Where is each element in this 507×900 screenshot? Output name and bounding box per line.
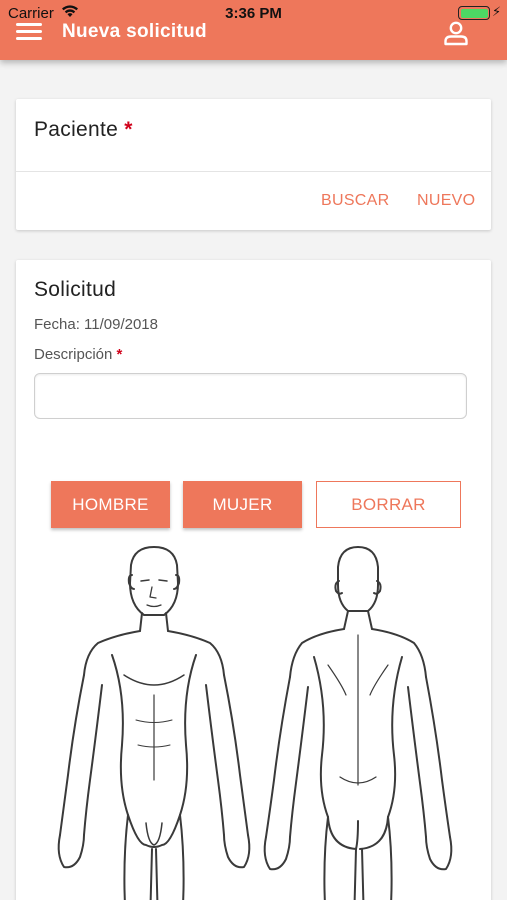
solicitud-title: Solicitud (34, 278, 117, 301)
borrar-button[interactable]: BORRAR (316, 481, 461, 528)
required-mark: * (116, 346, 123, 363)
paciente-card: Paciente * BUSCAR NUEVO (16, 99, 491, 230)
descripcion-input[interactable] (34, 373, 467, 419)
nuevo-button[interactable]: NUEVO (417, 192, 475, 210)
page-title: Nueva solicitud (62, 21, 207, 42)
status-time: 3:36 PM (225, 5, 282, 22)
fecha-label: Fecha: 11/09/2018 (34, 316, 158, 333)
solicitud-card: Solicitud Fecha: 11/09/2018 Descripción … (16, 260, 491, 900)
buscar-button[interactable]: BUSCAR (321, 192, 389, 210)
descripcion-label-text: Descripción (34, 346, 113, 363)
paciente-title: Paciente * (34, 118, 133, 142)
descripcion-label: Descripción * (34, 346, 122, 363)
hamburger-menu-icon[interactable] (16, 23, 42, 41)
user-profile-icon[interactable] (443, 20, 469, 46)
front-body-outline (57, 546, 251, 900)
mujer-button[interactable]: MUJER (183, 481, 302, 528)
battery-icon (458, 6, 490, 20)
hombre-button[interactable]: HOMBRE (51, 481, 170, 528)
card-divider (16, 171, 491, 172)
charging-icon: ⚡ (492, 4, 502, 19)
paciente-title-text: Paciente (34, 118, 119, 141)
required-mark: * (124, 118, 133, 141)
body-figure-image[interactable] (46, 545, 466, 900)
app-header: Carrier 3:36 PM ⚡ Nueva solicitud (0, 0, 507, 60)
back-body-outline (263, 546, 453, 900)
